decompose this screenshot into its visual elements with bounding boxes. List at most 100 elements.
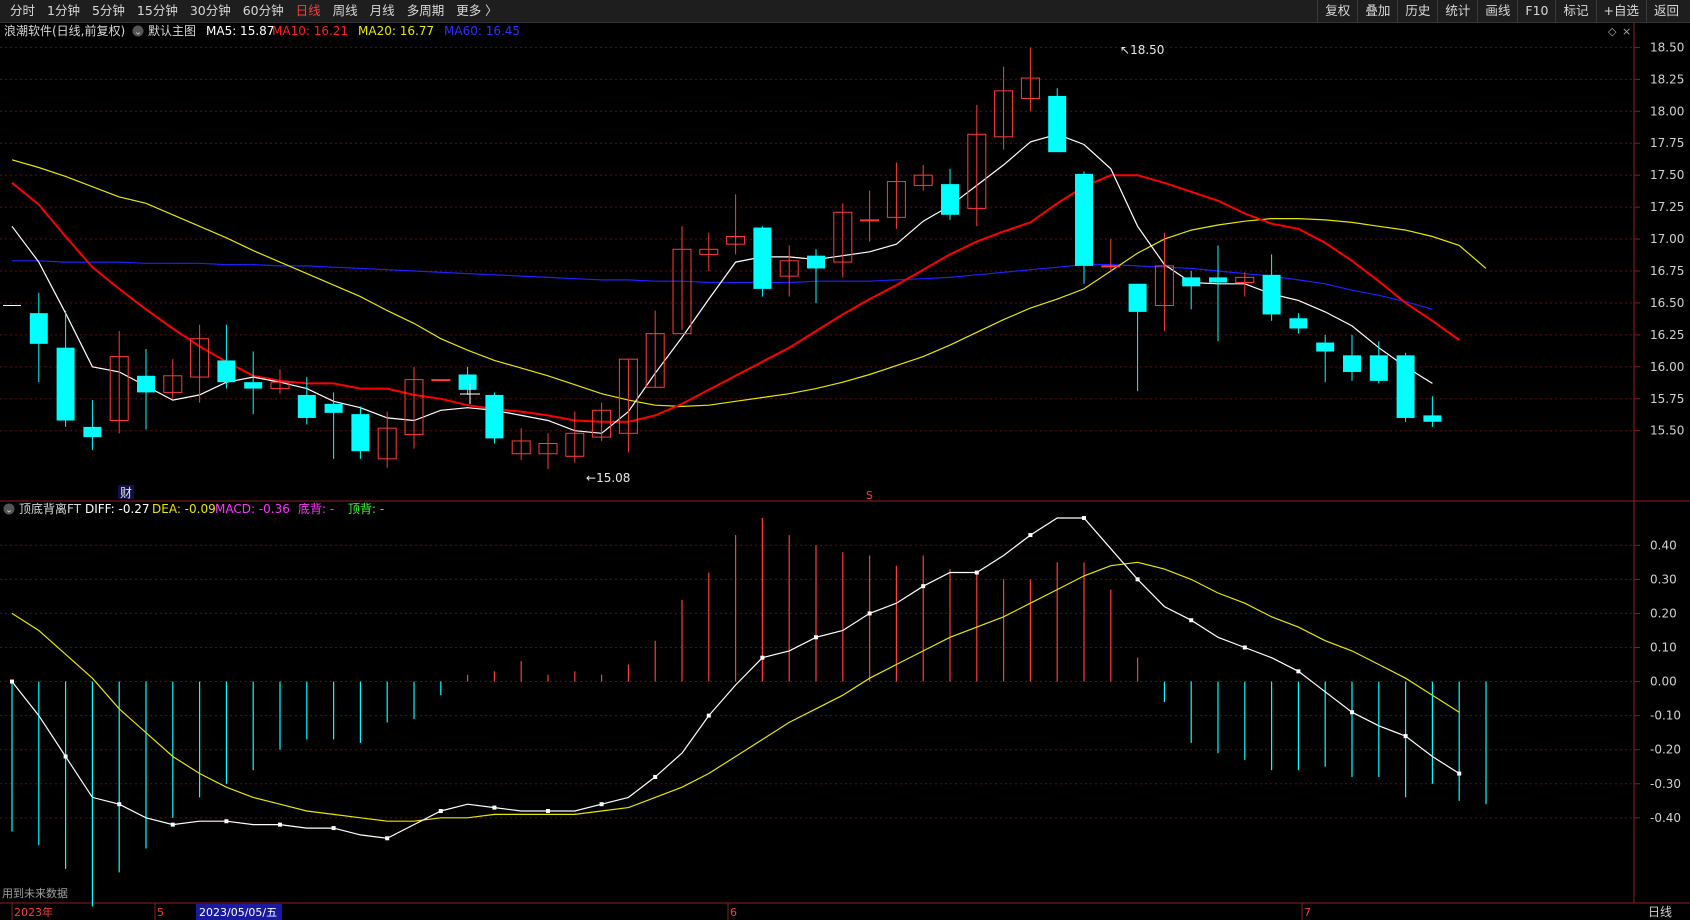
date-may-label: 5 — [157, 906, 164, 919]
diff-point — [1457, 771, 1462, 776]
candle-body — [941, 184, 959, 215]
diff-point — [438, 809, 443, 814]
diff-value: DIFF: -0.27 — [85, 502, 150, 516]
close-icon[interactable]: × — [1622, 25, 1631, 38]
date-cursor-label: 2023/05/05/五 — [199, 906, 277, 919]
period-tab-3[interactable]: 15分钟 — [131, 0, 184, 22]
candle — [1048, 88, 1067, 153]
macd-tick-label: -0.40 — [1650, 811, 1681, 825]
candle-body — [1128, 283, 1147, 312]
period-tab-2[interactable]: 5分钟 — [86, 0, 131, 22]
function-button-7[interactable]: +自选 — [1595, 0, 1646, 22]
function-button-0[interactable]: 复权 — [1317, 0, 1357, 22]
period-label[interactable]: 日线 — [1648, 905, 1672, 919]
candle-body — [1209, 277, 1227, 283]
diff-point — [117, 802, 122, 807]
period-tab-8[interactable]: 月线 — [364, 0, 401, 22]
function-button-5[interactable]: F10 — [1517, 0, 1555, 22]
diamond-icon[interactable]: ◇ — [1608, 25, 1617, 38]
candle — [485, 392, 504, 444]
candle-body — [1343, 355, 1361, 372]
diff-point — [546, 809, 550, 814]
diff-point — [599, 802, 604, 807]
diff-point — [1135, 577, 1140, 582]
function-button-8[interactable]: 返回 — [1645, 0, 1686, 22]
period-tab-4[interactable]: 30分钟 — [184, 0, 237, 22]
stock-title: 浪潮软件(日线,前复权) — [4, 23, 125, 38]
diff-point — [1082, 516, 1086, 521]
candle — [351, 406, 370, 459]
candle — [753, 226, 772, 297]
period-tab-9[interactable]: 多周期 — [401, 0, 451, 22]
finance-marker[interactable]: 财 — [120, 486, 132, 500]
diff-point — [653, 774, 658, 779]
period-tab-0[interactable]: 分时 — [4, 0, 41, 22]
period-tab-7[interactable]: 周线 — [327, 0, 364, 22]
high-price-label: ↖18.50 — [1120, 43, 1164, 57]
date-july-label: 7 — [1304, 906, 1311, 919]
macd-tick-label: 0.30 — [1650, 572, 1677, 586]
macd-chevron-down-icon: ⌄ — [5, 506, 13, 516]
diff-point — [1350, 710, 1354, 715]
main-style-label[interactable]: 默认主图 — [148, 23, 196, 38]
candle-body — [29, 313, 48, 344]
diff-point — [492, 805, 497, 810]
candle-body — [217, 360, 236, 383]
diff-point — [224, 819, 229, 824]
dea-value: DEA: -0.09 — [152, 502, 216, 516]
macd-tick-label: 0.10 — [1650, 640, 1677, 654]
diff-point — [170, 822, 175, 827]
candle-body — [753, 227, 772, 289]
candle-body — [137, 375, 155, 393]
macd-tick-label: -0.30 — [1650, 777, 1681, 791]
function-button-2[interactable]: 历史 — [1397, 0, 1437, 22]
ma20-value: MA20: 16.77 — [358, 24, 434, 38]
candle-body — [807, 255, 825, 269]
diff-point — [706, 713, 711, 718]
chevron-down-icon: ⌄ — [134, 28, 142, 38]
period-tabs: 分时 1分钟 5分钟 15分钟 30分钟 60分钟 日线 周线 月线 多周期 更多 〉 — [4, 0, 504, 22]
function-button-4[interactable]: 画线 — [1477, 0, 1517, 22]
function-button-6[interactable]: 标记 — [1555, 0, 1595, 22]
candle-body — [1289, 318, 1308, 329]
diff-point — [1028, 533, 1033, 538]
diff-point — [1242, 645, 1247, 650]
ma5-value: MA5: 15.87 — [206, 24, 274, 38]
price-tick-label: 16.00 — [1650, 360, 1684, 374]
low-price-label: ←15.08 — [586, 471, 630, 485]
candle-body — [1316, 342, 1335, 352]
candle-body — [1262, 274, 1281, 315]
diff-point — [814, 635, 818, 640]
period-tab-10[interactable]: 更多 〉 — [450, 0, 503, 22]
period-tab-5[interactable]: 60分钟 — [237, 0, 290, 22]
diff-point — [1296, 669, 1301, 674]
price-tick-label: 18.50 — [1650, 40, 1684, 54]
price-tick-label: 15.50 — [1650, 424, 1684, 438]
period-tab-6[interactable]: 日线 — [290, 0, 327, 22]
info-bar-main: 浪潮软件(日线,前复权) — [4, 23, 125, 38]
macd-tick-label: 0.00 — [1650, 675, 1677, 689]
diff-point — [974, 570, 979, 575]
price-tick-label: 18.00 — [1650, 104, 1684, 118]
diff-point — [1403, 734, 1408, 739]
price-tick-label: 16.75 — [1650, 264, 1684, 278]
period-tab-1[interactable]: 1分钟 — [41, 0, 86, 22]
function-button-1[interactable]: 叠加 — [1357, 0, 1397, 22]
candle-body — [244, 382, 263, 389]
diff-point — [10, 679, 14, 684]
function-button-3[interactable]: 统计 — [1437, 0, 1477, 22]
candle-body — [1423, 415, 1442, 422]
candle-body — [860, 219, 880, 222]
candle-body — [1101, 265, 1121, 268]
candle — [431, 379, 451, 382]
candle-body — [1182, 277, 1201, 287]
candle-body — [1369, 355, 1388, 381]
candle-body — [83, 426, 102, 438]
price-tick-label: 17.25 — [1650, 200, 1684, 214]
date-june-label: 6 — [730, 906, 737, 919]
period-toolbar: 分时 1分钟 5分钟 15分钟 30分钟 60分钟 日线 周线 月线 多周期 更多 〉 复权 叠加 历史… — [0, 0, 1690, 23]
macd-title[interactable]: 顶底背离FT — [19, 501, 82, 516]
candle-body — [431, 379, 451, 382]
function-buttons: 复权 叠加 历史 统计 画线 F10 标记 +自选 返回 — [1317, 0, 1686, 22]
kline-chart[interactable]: 18.50 18.25 18.00 17.75 17.50 17.25 17.00 16.75… — [0, 23, 1690, 920]
